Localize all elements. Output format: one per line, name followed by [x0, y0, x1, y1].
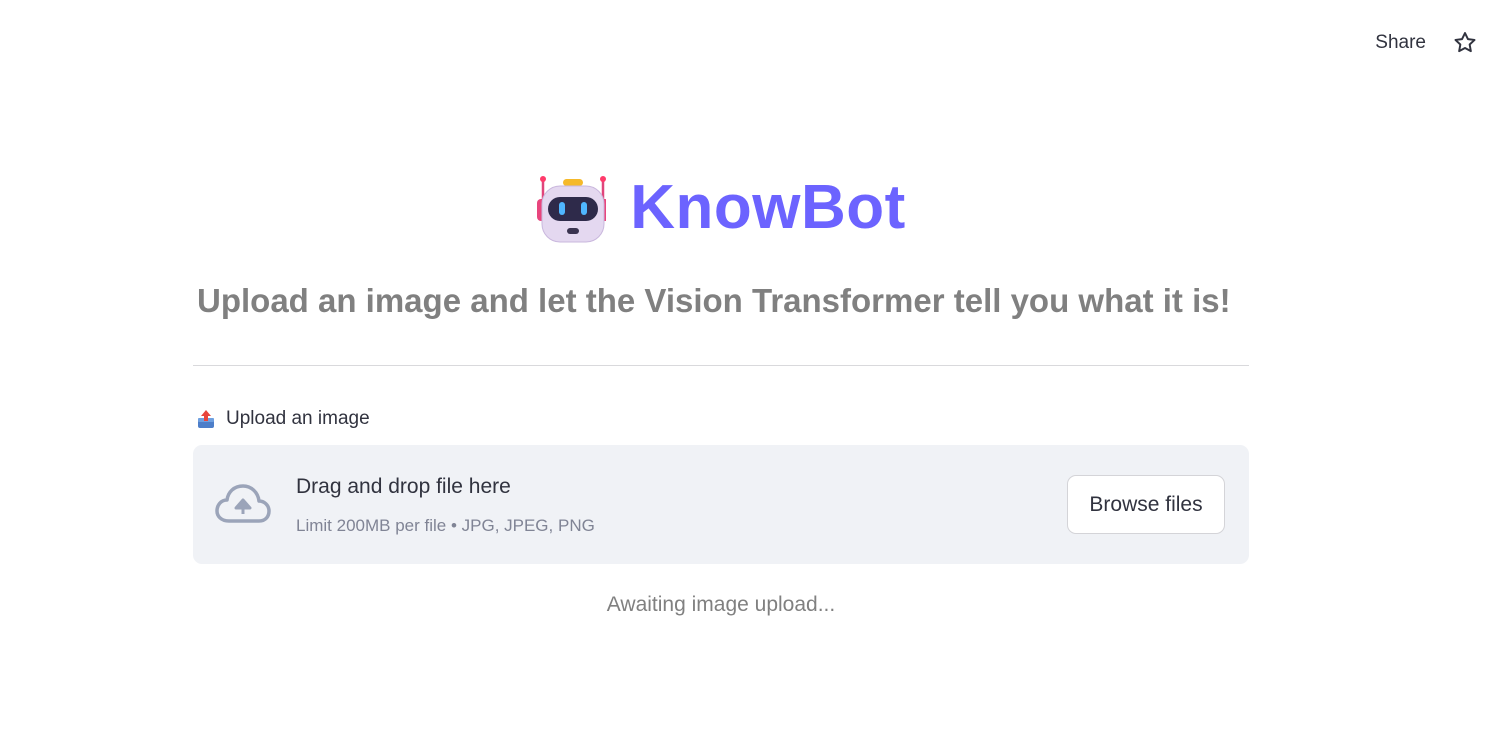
upload-label-row: Upload an image — [196, 408, 370, 430]
title-row: KnowBot — [0, 172, 1442, 243]
upload-label: Upload an image — [226, 408, 370, 429]
outbox-tray-icon — [196, 409, 216, 429]
browse-files-button[interactable]: Browse files — [1067, 475, 1225, 534]
share-button[interactable]: Share — [1375, 32, 1426, 54]
file-dropzone[interactable]: Drag and drop file here Limit 200MB per … — [193, 445, 1249, 564]
dropzone-title: Drag and drop file here — [296, 475, 511, 498]
status-text: Awaiting image upload... — [606, 593, 836, 616]
header-actions: Share — [1375, 30, 1478, 56]
cloud-upload-icon — [215, 483, 271, 525]
robot-icon — [536, 173, 610, 243]
app-title: KnowBot — [630, 173, 906, 242]
star-icon[interactable] — [1452, 30, 1478, 56]
divider — [193, 365, 1249, 366]
dropzone-limit: Limit 200MB per file • JPG, JPEG, PNG — [296, 516, 595, 535]
page-subtitle: Upload an image and let the Vision Trans… — [197, 282, 1231, 319]
app-page: Share KnowBot Upload an image and let th… — [0, 0, 1496, 742]
